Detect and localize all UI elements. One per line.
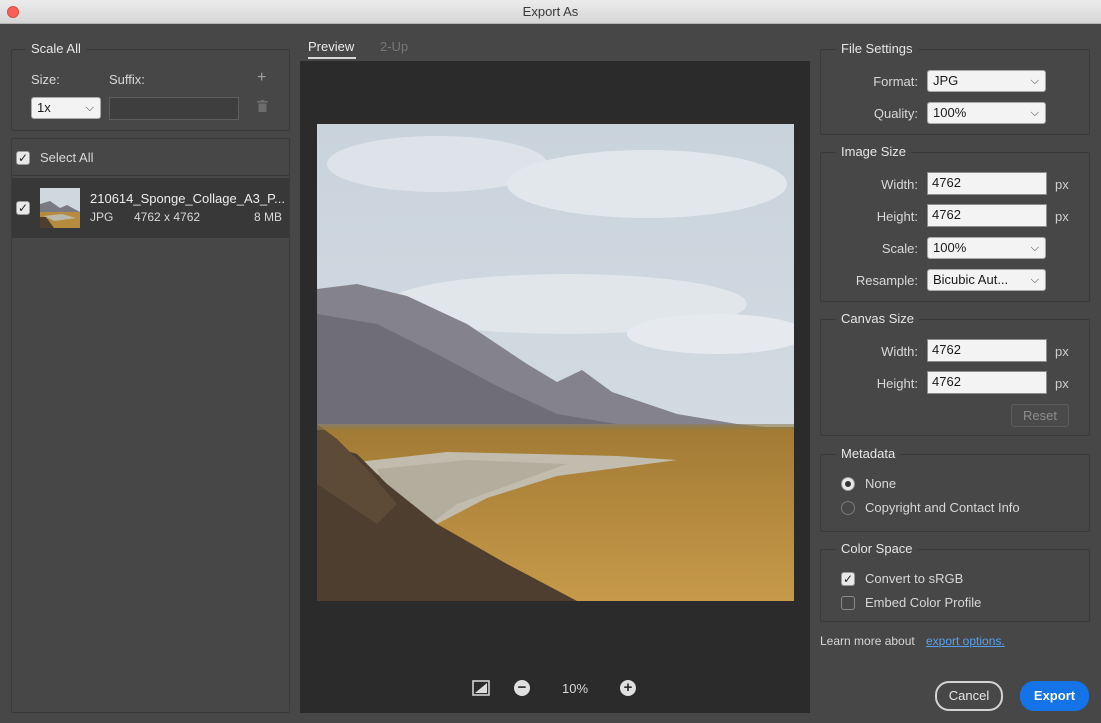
- resample-label: Resample:: [855, 273, 918, 288]
- chevron-down-icon: ⌵: [1030, 75, 1039, 87]
- canvas-size-title: Canvas Size: [836, 311, 919, 326]
- tab-preview[interactable]: Preview: [308, 39, 354, 54]
- image-size-title: Image Size: [836, 144, 912, 159]
- canvas-height-input[interactable]: 4762: [927, 371, 1047, 394]
- chevron-down-icon: ⌵: [1030, 242, 1039, 254]
- color-space-title: Color Space: [836, 541, 918, 556]
- suffix-label: Suffix:: [109, 72, 145, 87]
- quality-select-value: 100%: [933, 105, 967, 120]
- resample-select[interactable]: Bicubic Aut... ⌵: [927, 269, 1046, 291]
- learn-more-text: Learn more about: [820, 634, 915, 648]
- image-height-input[interactable]: 4762: [927, 204, 1047, 227]
- metadata-panel: [820, 454, 1090, 532]
- plus-icon[interactable]: +: [257, 69, 266, 87]
- canvas-width-label: Width:: [881, 344, 918, 359]
- export-options-link[interactable]: export options.: [926, 634, 1005, 648]
- tab-preview-underline: [308, 57, 356, 59]
- canvas-width-unit: px: [1055, 344, 1069, 359]
- file-size: 8 MB: [254, 210, 283, 224]
- close-window-button[interactable]: [7, 6, 19, 18]
- file-name: 210614_Sponge_Collage_A3_P...: [90, 191, 285, 206]
- metadata-copyright-radio[interactable]: [841, 501, 855, 515]
- canvas-width-input[interactable]: 4762: [927, 339, 1047, 362]
- zoom-in-button[interactable]: +: [620, 680, 636, 696]
- image-width-input[interactable]: 4762: [927, 172, 1047, 195]
- export-button[interactable]: Export: [1020, 681, 1089, 711]
- file-checkbox[interactable]: ✓: [16, 201, 30, 215]
- size-select[interactable]: 1x ⌵: [31, 97, 101, 119]
- file-list-divider: [12, 175, 289, 176]
- tab-2up[interactable]: 2-Up: [380, 39, 408, 54]
- title-bar: Export As: [0, 0, 1101, 24]
- file-thumbnail: [40, 188, 80, 228]
- cancel-button[interactable]: Cancel: [935, 681, 1003, 711]
- format-select-value: JPG: [933, 73, 959, 88]
- file-settings-title: File Settings: [836, 41, 918, 56]
- chevron-down-icon: ⌵: [1030, 107, 1039, 119]
- embed-profile-checkbox[interactable]: [841, 596, 855, 610]
- quality-label: Quality:: [873, 106, 918, 121]
- zoom-level: 10%: [562, 681, 589, 696]
- preview-area: − 10% +: [300, 61, 810, 713]
- metadata-copyright-label: Copyright and Contact Info: [865, 500, 1020, 515]
- file-list-item[interactable]: ✓ 210614_Sponge_Collage_A3_P... JPG 4762…: [12, 178, 289, 238]
- select-all-checkbox[interactable]: ✓: [16, 151, 30, 165]
- format-select[interactable]: JPG ⌵: [927, 70, 1046, 92]
- embed-profile-label: Embed Color Profile: [865, 595, 982, 610]
- scale-all-title: Scale All: [26, 41, 86, 56]
- metadata-none-label: None: [865, 476, 897, 491]
- canvas-height-label: Height:: [876, 376, 918, 391]
- quality-select[interactable]: 100% ⌵: [927, 102, 1046, 124]
- file-format: JPG: [90, 210, 114, 224]
- select-all-label: Select All: [40, 150, 94, 165]
- scale-label: Scale:: [881, 241, 918, 256]
- format-label: Format:: [873, 74, 918, 89]
- convert-srgb-label: Convert to sRGB: [865, 571, 964, 586]
- window-title: Export As: [522, 4, 579, 19]
- scale-select[interactable]: 100% ⌵: [927, 237, 1046, 259]
- size-label: Size:: [31, 72, 60, 87]
- image-height-label: Height:: [876, 209, 918, 224]
- suffix-input[interactable]: [109, 97, 239, 120]
- scale-select-value: 100%: [933, 240, 967, 255]
- image-height-unit: px: [1055, 209, 1069, 224]
- canvas-height-unit: px: [1055, 376, 1069, 391]
- file-dimensions: 4762 x 4762: [134, 210, 201, 224]
- image-width-label: Width:: [881, 177, 918, 192]
- trash-icon[interactable]: [257, 100, 268, 112]
- chevron-down-icon: ⌵: [1030, 274, 1039, 286]
- reset-button[interactable]: Reset: [1011, 404, 1069, 427]
- fit-view-icon[interactable]: [472, 680, 490, 696]
- convert-srgb-checkbox[interactable]: ✓: [841, 572, 855, 586]
- image-width-unit: px: [1055, 177, 1069, 192]
- size-select-value: 1x: [37, 100, 51, 115]
- metadata-title: Metadata: [836, 446, 901, 461]
- preview-image: [317, 124, 794, 601]
- resample-select-value: Bicubic Aut...: [933, 272, 1009, 287]
- chevron-down-icon: ⌵: [85, 102, 94, 114]
- metadata-none-radio[interactable]: [841, 477, 855, 491]
- zoom-out-button[interactable]: −: [514, 680, 530, 696]
